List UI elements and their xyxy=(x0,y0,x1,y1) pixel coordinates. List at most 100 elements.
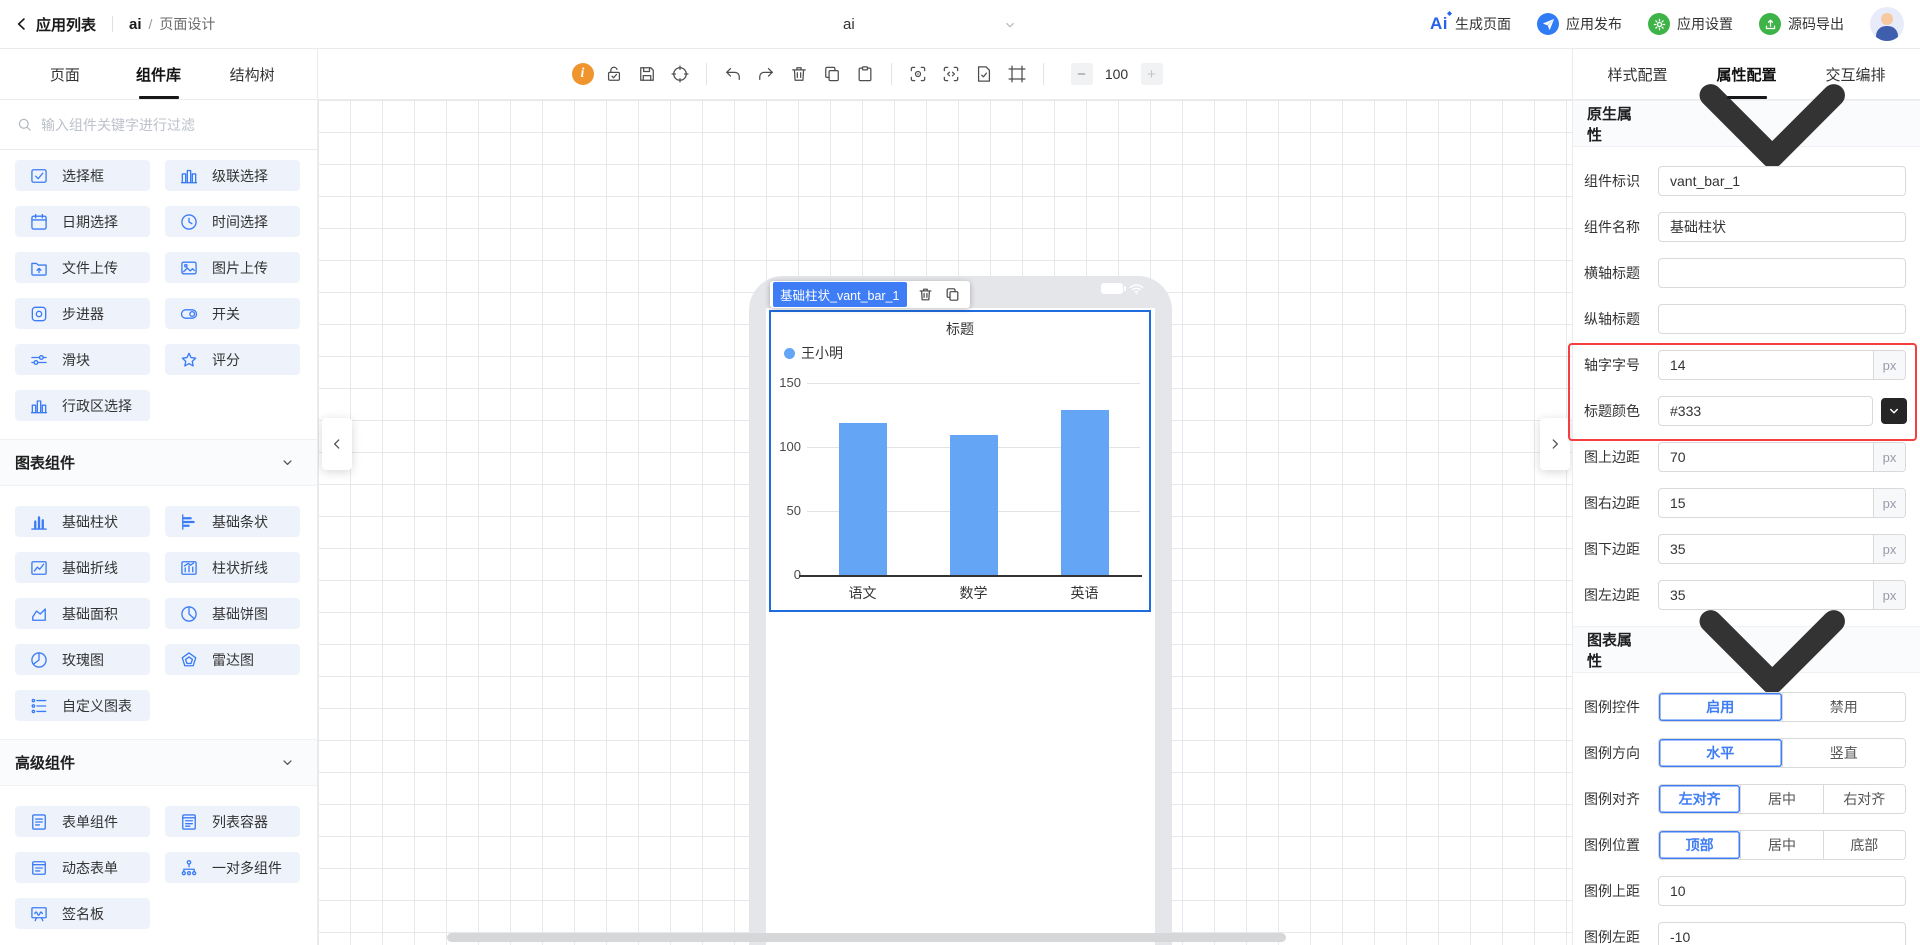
component-item[interactable]: 基础柱状 xyxy=(15,506,150,537)
canvas-grid[interactable]: 基础柱状_vant_bar_1 标题 王小明 0 50 100 150 语文 数学 英语 xyxy=(318,100,1572,945)
component-item[interactable]: 基础条状 xyxy=(165,506,300,537)
field-input[interactable] xyxy=(1659,877,1905,905)
component-item[interactable]: 图片上传 xyxy=(165,252,300,283)
action-label: 源码导出 xyxy=(1788,16,1844,32)
left-panel-tab[interactable]: 结构树 xyxy=(205,49,299,99)
combo-chart-icon xyxy=(179,558,199,578)
collapse-right-panel-handle[interactable] xyxy=(1540,418,1570,470)
right-panel-tab[interactable]: 交互编排 xyxy=(1801,49,1910,99)
field-label: 组件名称 xyxy=(1584,219,1640,235)
segmented-option[interactable]: 禁用 xyxy=(1781,693,1905,721)
page-select[interactable]: ai xyxy=(790,0,1025,49)
component-item[interactable]: 一对多组件 xyxy=(165,852,300,883)
back-label[interactable]: 应用列表 xyxy=(36,14,96,35)
component-search-input[interactable] xyxy=(41,116,301,133)
left-panel-tab[interactable]: 组件库 xyxy=(112,49,206,99)
redo-icon[interactable] xyxy=(753,61,779,87)
color-dropdown-button[interactable] xyxy=(1881,398,1907,424)
field-input[interactable] xyxy=(1659,923,1905,945)
frame-icon[interactable] xyxy=(1004,61,1030,87)
code-scan-icon[interactable] xyxy=(938,61,964,87)
horizontal-scrollbar[interactable] xyxy=(447,933,1286,942)
component-item[interactable]: 基础折线 xyxy=(15,552,150,583)
app-settings-button[interactable]: 应用设置 xyxy=(1648,13,1733,35)
segmented-option[interactable]: 居中 xyxy=(1740,831,1823,859)
source-export-button[interactable]: 源码导出 xyxy=(1759,13,1844,35)
segmented-option[interactable]: 底部 xyxy=(1822,831,1905,859)
left-panel-tab[interactable]: 页面 xyxy=(18,49,112,99)
component-item[interactable]: 自定义图表 xyxy=(15,690,150,721)
right-panel-tab[interactable]: 属性配置 xyxy=(1692,49,1801,99)
field-input[interactable] xyxy=(1659,489,1873,517)
duplicate-icon[interactable] xyxy=(819,61,845,87)
component-item[interactable]: 行政区选择 xyxy=(15,390,150,421)
field-input[interactable] xyxy=(1659,167,1905,195)
segmented-option[interactable]: 左对齐 xyxy=(1659,785,1741,813)
component-item[interactable]: 基础饼图 xyxy=(165,598,300,629)
component-item-label: 开关 xyxy=(212,305,240,322)
native-section-header[interactable]: 原生属性 xyxy=(1573,84,1920,169)
component-group-header[interactable]: 高级组件 xyxy=(0,739,317,786)
component-item[interactable]: 文件上传 xyxy=(15,252,150,283)
paste-icon[interactable] xyxy=(852,61,878,87)
copy-component-icon[interactable] xyxy=(944,286,961,303)
right-panel-tab[interactable]: 样式配置 xyxy=(1583,49,1692,99)
segmented-option[interactable]: 居中 xyxy=(1740,785,1823,813)
generate-page-button[interactable]: Ai 生成页面 xyxy=(1430,14,1511,34)
component-item[interactable]: 级联选择 xyxy=(165,160,300,191)
save-icon[interactable] xyxy=(634,61,660,87)
field-input[interactable] xyxy=(1659,443,1873,471)
field-input[interactable] xyxy=(1659,259,1905,287)
delete-component-icon[interactable] xyxy=(917,286,934,303)
component-group-header[interactable]: 图表组件 xyxy=(0,439,317,486)
date-picker-icon xyxy=(29,212,49,232)
segmented-option[interactable]: 顶部 xyxy=(1659,831,1741,859)
component-item[interactable]: 选择框 xyxy=(15,160,150,191)
zoom-in-button[interactable]: + xyxy=(1140,63,1163,85)
field-input[interactable] xyxy=(1659,397,1872,425)
back-chevron-icon[interactable] xyxy=(14,15,32,33)
info-icon[interactable] xyxy=(571,63,594,85)
component-item[interactable]: 签名板 xyxy=(15,898,150,929)
chart-bar xyxy=(838,422,887,575)
zoom-value: 100 xyxy=(1104,66,1129,82)
component-item[interactable]: 开关 xyxy=(165,298,300,329)
hbar-chart-icon xyxy=(179,512,199,532)
field-row: 图例控件 启用 禁用 xyxy=(1573,692,1920,722)
page-select-value: ai xyxy=(843,16,855,33)
component-item[interactable]: 玫瑰图 xyxy=(15,644,150,675)
preview-scan-icon[interactable] xyxy=(905,61,931,87)
component-item[interactable]: 时间选择 xyxy=(165,206,300,237)
segmented-option[interactable]: 右对齐 xyxy=(1822,785,1905,813)
component-item[interactable]: 滑块 xyxy=(15,344,150,375)
component-item[interactable]: 步进器 xyxy=(15,298,150,329)
component-item[interactable]: 柱状折线 xyxy=(165,552,300,583)
unlock-icon[interactable] xyxy=(601,61,627,87)
undo-icon[interactable] xyxy=(720,61,746,87)
delete-icon[interactable] xyxy=(786,61,812,87)
component-item-label: 玫瑰图 xyxy=(62,651,104,668)
component-item[interactable]: 动态表单 xyxy=(15,852,150,883)
component-item[interactable]: 雷达图 xyxy=(165,644,300,675)
zoom-out-button[interactable]: − xyxy=(1070,63,1093,85)
chart-section-header[interactable]: 图表属性 xyxy=(1573,610,1920,695)
field-input[interactable] xyxy=(1659,305,1905,333)
doc-check-icon[interactable] xyxy=(971,61,997,87)
component-item[interactable]: 日期选择 xyxy=(15,206,150,237)
chart-x-label: 语文 xyxy=(848,585,877,601)
component-item[interactable]: 基础面积 xyxy=(15,598,150,629)
bar-chart-component[interactable]: 标题 王小明 0 50 100 150 语文 数学 英语 xyxy=(769,310,1151,612)
component-item[interactable]: 列表容器 xyxy=(165,806,300,837)
avatar[interactable] xyxy=(1870,7,1904,41)
target-icon[interactable] xyxy=(667,61,693,87)
field-input[interactable] xyxy=(1659,213,1905,241)
collapse-left-panel-handle[interactable] xyxy=(322,418,352,470)
segmented-option[interactable]: 启用 xyxy=(1659,693,1782,721)
component-item[interactable]: 评分 xyxy=(165,344,300,375)
segmented-option[interactable]: 竖直 xyxy=(1781,739,1905,767)
component-item[interactable]: 表单组件 xyxy=(15,806,150,837)
app-publish-button[interactable]: 应用发布 xyxy=(1537,13,1622,35)
field-input[interactable] xyxy=(1659,351,1873,379)
segmented-option[interactable]: 水平 xyxy=(1659,739,1782,767)
pie-chart-icon xyxy=(179,604,199,624)
